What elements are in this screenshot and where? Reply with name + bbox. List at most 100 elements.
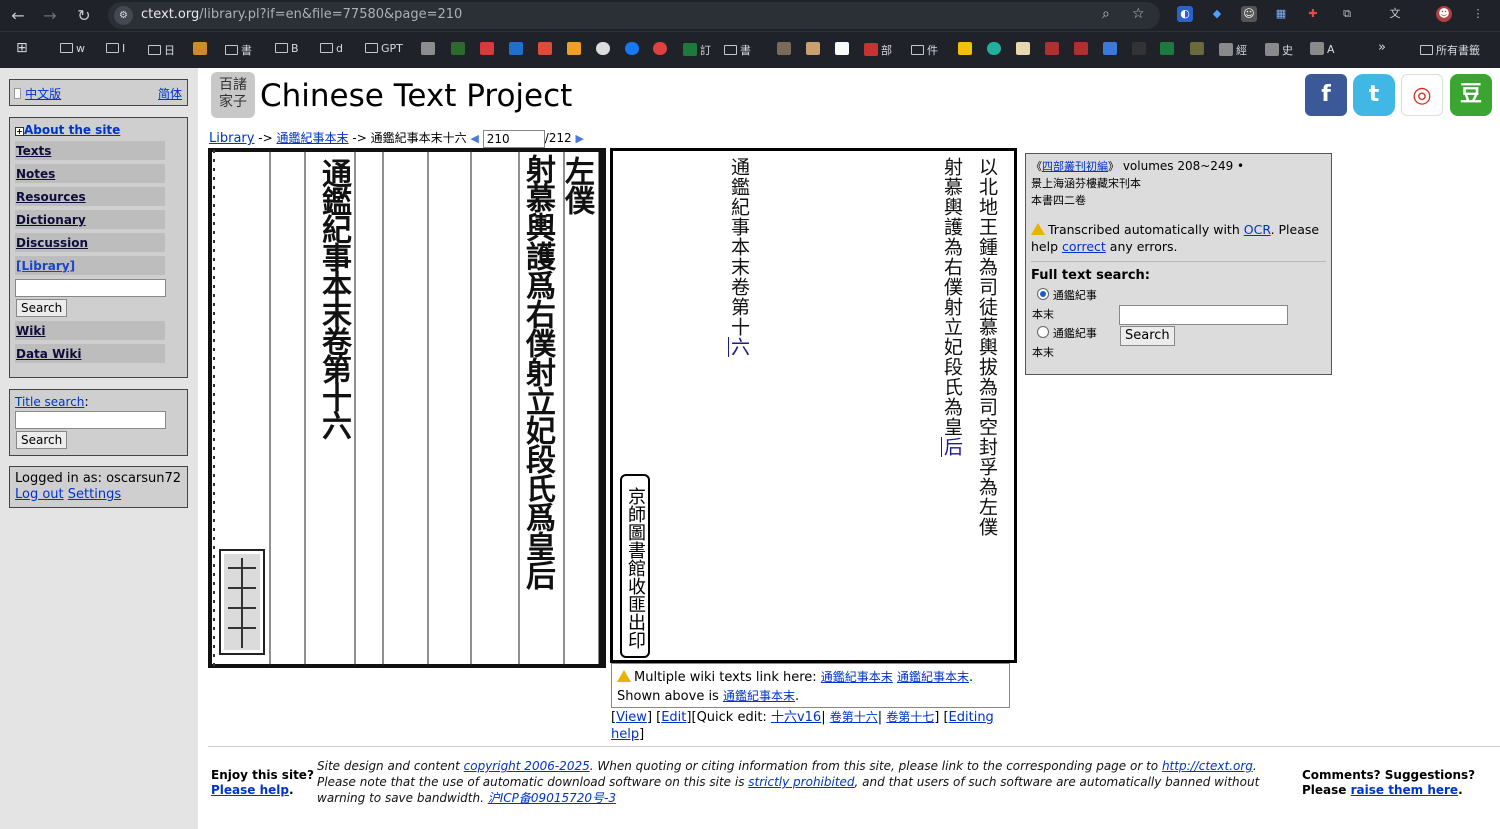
nav-discussion-link[interactable]: Discussion bbox=[16, 236, 88, 250]
lang-zh-link[interactable]: 中文版 bbox=[25, 87, 61, 101]
bookmark-folder[interactable]: I bbox=[106, 42, 125, 58]
prev-page-icon[interactable]: ◀ bbox=[470, 132, 478, 145]
quick-edit-link[interactable]: 卷第十七 bbox=[886, 710, 934, 724]
nav-texts-link[interactable]: Texts bbox=[16, 144, 51, 158]
title-search-button[interactable]: Search bbox=[16, 431, 68, 449]
reload-icon[interactable]: ↻ bbox=[74, 6, 94, 26]
bookmark-item[interactable] bbox=[480, 42, 497, 58]
bookmark-folder[interactable]: GPT bbox=[365, 42, 403, 58]
weibo-icon[interactable]: ◎ bbox=[1401, 74, 1443, 116]
bookmark-item[interactable] bbox=[1016, 42, 1033, 58]
bookmark-item[interactable] bbox=[653, 42, 670, 58]
bookmark-item[interactable] bbox=[509, 42, 526, 58]
menu-icon[interactable]: ⋮ bbox=[1470, 6, 1486, 22]
next-page-icon[interactable]: ▶ bbox=[576, 132, 584, 145]
bookmark-item[interactable] bbox=[1160, 42, 1177, 58]
edit-link[interactable]: Edit bbox=[661, 710, 686, 725]
wiki-text-link[interactable]: 通鑑紀事本末 bbox=[821, 670, 893, 684]
bookmark-item[interactable] bbox=[958, 42, 975, 58]
bookmark-item[interactable] bbox=[567, 42, 584, 58]
icp-link[interactable]: 沪ICP备09015720号-3 bbox=[488, 791, 616, 805]
title-search-link[interactable]: Title search bbox=[15, 395, 84, 409]
extension-icon[interactable]: ◐ bbox=[1177, 6, 1193, 22]
editing-help-link-2[interactable]: help bbox=[611, 727, 639, 742]
bookmark-item[interactable]: 訂 bbox=[683, 42, 711, 58]
bookmark-item[interactable] bbox=[1103, 42, 1120, 58]
bookmark-item[interactable]: A bbox=[1310, 42, 1335, 58]
wiki-shown-link[interactable]: 通鑑紀事本末 bbox=[723, 689, 795, 703]
site-logo[interactable]: 百諸 家子 bbox=[211, 72, 255, 118]
breadcrumb-book[interactable]: 通鑑紀事本末 bbox=[277, 131, 349, 145]
bookmark-star-icon[interactable]: ☆ bbox=[1132, 6, 1145, 22]
nav-wiki[interactable]: Wiki bbox=[15, 321, 165, 340]
address-bar[interactable]: ⚙ ctext.org/library.pl?if=en&file=77580&… bbox=[108, 2, 1160, 29]
series-link[interactable]: 四部叢刊初編 bbox=[1042, 160, 1108, 173]
nav-notes-link[interactable]: Notes bbox=[16, 167, 55, 181]
nav-resources-link[interactable]: Resources bbox=[16, 190, 86, 204]
twitter-icon[interactable]: t bbox=[1353, 74, 1395, 116]
site-info-icon[interactable]: ⚙ bbox=[114, 6, 133, 25]
character-link[interactable]: 后 bbox=[941, 437, 963, 457]
bookmark-item[interactable] bbox=[451, 42, 468, 58]
bookmark-folder[interactable]: 件 bbox=[911, 42, 938, 58]
nav-texts[interactable]: Texts bbox=[15, 141, 165, 160]
radio-selected-icon[interactable] bbox=[1037, 288, 1049, 300]
correct-link[interactable]: correct bbox=[1062, 239, 1106, 254]
prohibited-link[interactable]: strictly prohibited bbox=[748, 775, 854, 789]
quick-edit-link[interactable]: 卷第十六 bbox=[830, 710, 878, 724]
nav-wiki-link[interactable]: Wiki bbox=[16, 324, 45, 338]
bookmark-item[interactable]: 經 bbox=[1219, 42, 1247, 58]
douban-icon[interactable]: 豆 bbox=[1450, 74, 1492, 116]
ocr-link[interactable]: OCR bbox=[1244, 222, 1271, 237]
forward-icon[interactable]: → bbox=[40, 6, 60, 26]
library-search-button[interactable]: Search bbox=[16, 299, 68, 317]
translate-icon[interactable]: 文 bbox=[1387, 6, 1403, 22]
bookmark-folder[interactable]: w bbox=[60, 42, 85, 58]
nav-notes[interactable]: Notes bbox=[15, 164, 165, 183]
lang-simplified-link[interactable]: 简体 bbox=[158, 85, 182, 102]
zoom-icon[interactable]: ⌕ bbox=[1102, 6, 1110, 22]
please-help-link[interactable]: Please help bbox=[211, 783, 289, 797]
nav-resources[interactable]: Resources bbox=[15, 187, 165, 206]
character-link[interactable]: 六 bbox=[728, 337, 750, 357]
bookmark-item[interactable] bbox=[835, 42, 852, 58]
bookmark-item[interactable] bbox=[1190, 42, 1207, 58]
nav-data-wiki-link[interactable]: Data Wiki bbox=[16, 347, 82, 361]
nav-dictionary[interactable]: Dictionary bbox=[15, 210, 165, 229]
extensions-puzzle-icon[interactable]: ⧉ bbox=[1339, 6, 1355, 22]
bookmark-item[interactable] bbox=[193, 42, 210, 58]
ctext-home-link[interactable]: http://ctext.org bbox=[1162, 759, 1253, 773]
all-bookmarks-folder[interactable]: 所有書籤 bbox=[1420, 42, 1480, 58]
bookmark-item[interactable] bbox=[806, 42, 823, 58]
apps-icon[interactable]: ⊞ bbox=[16, 40, 28, 56]
expand-icon[interactable]: + bbox=[15, 127, 24, 136]
nav-library-link[interactable]: [Library] bbox=[16, 259, 75, 273]
wiki-text-link[interactable]: 通鑑紀事本末 bbox=[897, 670, 969, 684]
nav-dictionary-link[interactable]: Dictionary bbox=[16, 213, 86, 227]
bookmark-item[interactable] bbox=[625, 42, 642, 58]
bookmark-item[interactable] bbox=[596, 42, 613, 58]
nav-data-wiki[interactable]: Data Wiki bbox=[15, 344, 165, 363]
bookmark-item[interactable] bbox=[1074, 42, 1091, 58]
bookmark-item[interactable]: 史 bbox=[1265, 42, 1293, 58]
radio-icon[interactable] bbox=[1037, 326, 1049, 338]
fulltext-search-input[interactable] bbox=[1119, 305, 1288, 325]
bookmark-item[interactable] bbox=[538, 42, 555, 58]
bookmark-folder[interactable]: 日 bbox=[148, 42, 175, 58]
extension-icon[interactable]: ✚ bbox=[1305, 6, 1321, 22]
nav-discussion[interactable]: Discussion bbox=[15, 233, 165, 252]
about-link[interactable]: About the site bbox=[24, 123, 120, 137]
settings-link[interactable]: Settings bbox=[68, 487, 121, 502]
bookmark-folder[interactable]: d bbox=[320, 42, 343, 58]
bookmark-item[interactable] bbox=[777, 42, 794, 58]
bookmark-item[interactable] bbox=[1045, 42, 1062, 58]
profile-avatar[interactable]: ☻ bbox=[1436, 6, 1452, 22]
extension-icon[interactable]: ◆ bbox=[1209, 6, 1225, 22]
more-bookmarks-icon[interactable]: » bbox=[1378, 40, 1386, 56]
bookmark-item[interactable] bbox=[987, 42, 1004, 58]
back-icon[interactable]: ← bbox=[8, 6, 28, 26]
fulltext-search-button[interactable]: Search bbox=[1120, 326, 1175, 346]
bookmark-folder[interactable]: B bbox=[275, 42, 299, 58]
search-option-2[interactable]: 通鑑紀事 bbox=[1037, 325, 1097, 342]
bookmark-folder[interactable]: 書 bbox=[225, 42, 252, 58]
